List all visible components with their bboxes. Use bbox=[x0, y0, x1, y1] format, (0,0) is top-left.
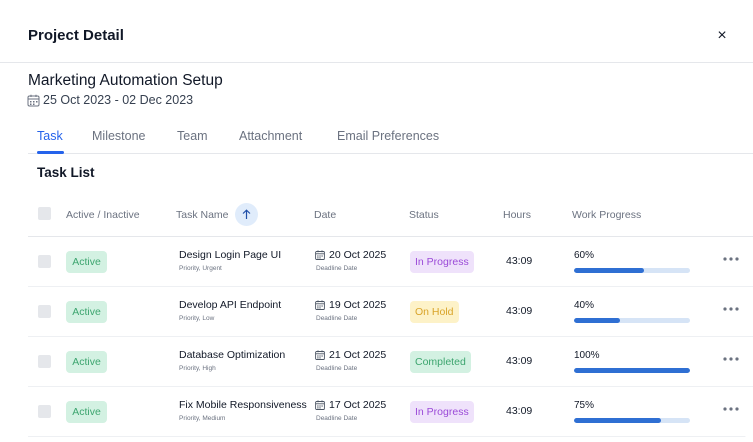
column-header-active: Active / Inactive bbox=[66, 209, 140, 221]
deadline-date: 17 Oct 2025 bbox=[329, 399, 387, 411]
table-row: Active Database Optimization Priority, H… bbox=[28, 337, 753, 387]
active-status-badge[interactable]: Active bbox=[66, 401, 107, 423]
project-date-range: 25 Oct 2023 - 02 Dec 2023 bbox=[27, 91, 193, 109]
project-name: Marketing Automation Setup bbox=[28, 72, 223, 89]
select-all-checkbox[interactable] bbox=[38, 207, 51, 220]
progress-bar-fill bbox=[574, 418, 661, 423]
progress-bar bbox=[574, 268, 690, 273]
row-checkbox[interactable] bbox=[38, 255, 51, 268]
column-header-work-progress: Work Progress bbox=[572, 209, 642, 221]
column-header-hours: Hours bbox=[503, 209, 532, 221]
hours-value: 43:09 bbox=[506, 305, 533, 317]
task-priority: Priority, Urgent bbox=[179, 265, 222, 272]
more-horizontal-icon[interactable] bbox=[722, 351, 740, 369]
sort-arrow-up-icon[interactable] bbox=[235, 203, 258, 226]
task-priority: Priority, High bbox=[179, 365, 216, 372]
modal-header: Project Detail × bbox=[0, 0, 753, 63]
table-header: Active / Inactive Task Name Date Status … bbox=[28, 195, 753, 237]
progress-percent: 100% bbox=[574, 350, 600, 361]
calendar-icon bbox=[27, 94, 40, 106]
row-checkbox[interactable] bbox=[38, 305, 51, 318]
row-checkbox[interactable] bbox=[38, 355, 51, 368]
more-horizontal-icon[interactable] bbox=[722, 401, 740, 419]
column-header-date: Date bbox=[314, 209, 337, 221]
progress-bar bbox=[574, 318, 690, 323]
dots-icon bbox=[723, 307, 739, 311]
hours-value: 43:09 bbox=[506, 355, 533, 367]
calendar-icon bbox=[315, 250, 325, 260]
calendar-icon bbox=[315, 350, 325, 360]
tab-milestone[interactable]: Milestone bbox=[92, 128, 146, 144]
close-icon[interactable]: × bbox=[712, 27, 732, 45]
tab-bar: Task Milestone Team Attachment Email Pre… bbox=[28, 118, 753, 154]
task-name[interactable]: Fix Mobile Responsiveness bbox=[179, 399, 307, 412]
progress-bar bbox=[574, 418, 690, 423]
active-status-badge[interactable]: Active bbox=[66, 301, 107, 323]
progress-bar-fill bbox=[574, 318, 621, 323]
row-checkbox[interactable] bbox=[38, 405, 51, 418]
calendar-icon bbox=[315, 400, 325, 410]
arrow-up-icon bbox=[242, 209, 251, 219]
hours-value: 43:09 bbox=[506, 255, 533, 267]
column-header-task-name: Task Name bbox=[176, 209, 229, 221]
active-tab-indicator bbox=[37, 151, 64, 154]
task-status-badge[interactable]: Completed bbox=[410, 351, 471, 373]
column-header-status: Status bbox=[409, 209, 439, 221]
tab-task[interactable]: Task bbox=[37, 128, 63, 144]
progress-bar-fill bbox=[574, 368, 690, 373]
progress-percent: 40% bbox=[574, 300, 595, 311]
hours-value: 43:09 bbox=[506, 405, 533, 417]
deadline-date: 21 Oct 2025 bbox=[329, 349, 387, 361]
tab-attachment[interactable]: Attachment bbox=[239, 128, 302, 144]
progress-percent: 60% bbox=[574, 250, 595, 261]
calendar-icon bbox=[315, 300, 325, 310]
more-horizontal-icon[interactable] bbox=[722, 251, 740, 269]
task-priority: Priority, Low bbox=[179, 315, 215, 322]
tab-team[interactable]: Team bbox=[177, 128, 208, 144]
tab-email-preferences[interactable]: Email Preferences bbox=[337, 128, 439, 144]
dots-icon bbox=[723, 407, 739, 411]
task-status-badge[interactable]: In Progress bbox=[410, 401, 474, 423]
progress-bar bbox=[574, 368, 690, 373]
task-status-badge[interactable]: In Progress bbox=[410, 251, 474, 273]
deadline-date-label: Deadline Date bbox=[316, 265, 358, 272]
more-horizontal-icon[interactable] bbox=[722, 301, 740, 319]
task-priority: Priority, Medium bbox=[179, 415, 226, 422]
progress-bar-fill bbox=[574, 268, 644, 273]
deadline-date-label: Deadline Date bbox=[316, 315, 358, 322]
task-name[interactable]: Database Optimization bbox=[179, 349, 285, 362]
deadline-date-label: Deadline Date bbox=[316, 415, 358, 422]
modal-title: Project Detail bbox=[28, 27, 124, 44]
table-row: Active Fix Mobile Responsiveness Priorit… bbox=[28, 387, 753, 437]
project-detail-modal: Project Detail × Marketing Automation Se… bbox=[0, 0, 753, 442]
project-dates-text: 25 Oct 2023 - 02 Dec 2023 bbox=[43, 93, 194, 107]
dots-icon bbox=[723, 357, 739, 361]
active-status-badge[interactable]: Active bbox=[66, 351, 107, 373]
task-name[interactable]: Develop API Endpoint bbox=[179, 299, 281, 312]
deadline-date: 20 Oct 2025 bbox=[329, 249, 387, 261]
task-name[interactable]: Design Login Page UI bbox=[179, 249, 281, 262]
deadline-date: 19 Oct 2025 bbox=[329, 299, 387, 311]
active-status-badge[interactable]: Active bbox=[66, 251, 107, 273]
progress-percent: 75% bbox=[574, 400, 595, 411]
dots-icon bbox=[723, 257, 739, 261]
task-status-badge[interactable]: On Hold bbox=[410, 301, 459, 323]
table-row: Active Develop API Endpoint Priority, Lo… bbox=[28, 287, 753, 337]
deadline-date-label: Deadline Date bbox=[316, 365, 358, 372]
task-list-title: Task List bbox=[37, 165, 95, 180]
table-row: Active Design Login Page UI Priority, Ur… bbox=[28, 237, 753, 287]
